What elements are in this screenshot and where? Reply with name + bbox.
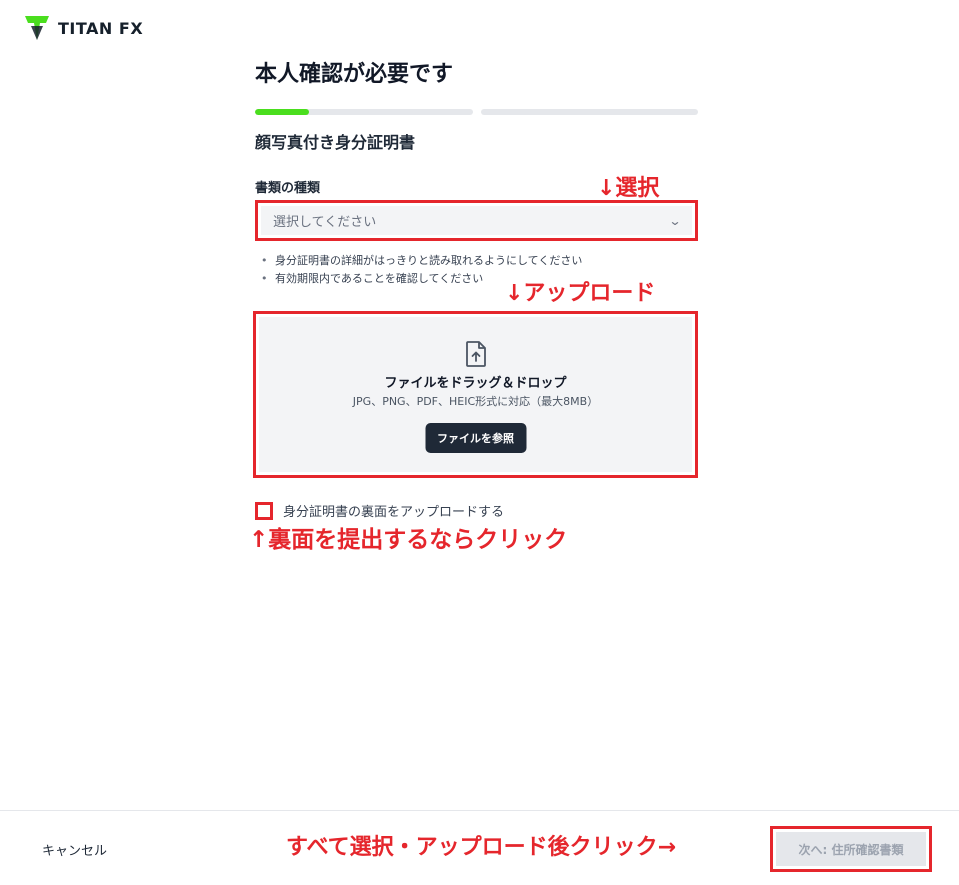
document-type-label: 書類の種類 bbox=[255, 181, 321, 196]
next-step-button[interactable]: 次へ: 住所確認書類 bbox=[776, 832, 926, 866]
progress-segment-1 bbox=[255, 109, 473, 115]
file-dropzone[interactable]: ファイルをドラッグ＆ドロップ JPG、PNG、PDF、HEIC形式に対応（最大8… bbox=[259, 317, 692, 472]
annotation-upload: ↓アップロード bbox=[505, 281, 656, 306]
select-placeholder: 選択してください bbox=[273, 215, 377, 230]
dropzone-title: ファイルをドラッグ＆ドロップ bbox=[384, 376, 567, 391]
note-item: 身分証明書の詳細がはっきりと読み取れるようにしてください bbox=[261, 252, 582, 270]
page-title: 本人確認が必要です bbox=[255, 62, 454, 87]
titan-shield-icon bbox=[25, 16, 49, 40]
upload-highlight-frame: ファイルをドラッグ＆ドロップ JPG、PNG、PDF、HEIC形式に対応（最大8… bbox=[253, 311, 698, 478]
logo-text: TITAN FX bbox=[58, 18, 144, 38]
back-side-label[interactable]: 身分証明書の裏面をアップロードする bbox=[283, 501, 504, 520]
cancel-button[interactable]: キャンセル bbox=[42, 840, 107, 859]
dropzone-formats: JPG、PNG、PDF、HEIC形式に対応（最大8MB） bbox=[352, 395, 599, 408]
brand-logo: TITAN FX bbox=[24, 14, 143, 42]
next-highlight-frame: 次へ: 住所確認書類 bbox=[770, 826, 932, 872]
annotation-back-side: ↑裏面を提出するならクリック bbox=[249, 527, 568, 553]
document-type-select[interactable]: 選択してください ⌄ bbox=[261, 206, 692, 235]
progress-segment-2 bbox=[480, 109, 698, 115]
browse-files-button[interactable]: ファイルを参照 bbox=[425, 423, 526, 453]
step-progress bbox=[255, 109, 698, 115]
back-side-option[interactable]: 身分証明書の裏面をアップロードする bbox=[255, 501, 504, 520]
back-side-checkbox[interactable] bbox=[255, 501, 273, 520]
select-highlight-frame: 選択してください ⌄ bbox=[255, 200, 698, 241]
footer-divider bbox=[0, 810, 959, 811]
chevron-down-icon: ⌄ bbox=[668, 213, 682, 228]
annotation-select: ↓選択 bbox=[597, 176, 660, 201]
section-subtitle: 顔写真付き身分証明書 bbox=[255, 133, 416, 152]
annotation-next: すべて選択・アップロード後クリック→ bbox=[286, 835, 677, 860]
progress-fill bbox=[255, 109, 310, 115]
file-upload-icon bbox=[465, 341, 486, 367]
